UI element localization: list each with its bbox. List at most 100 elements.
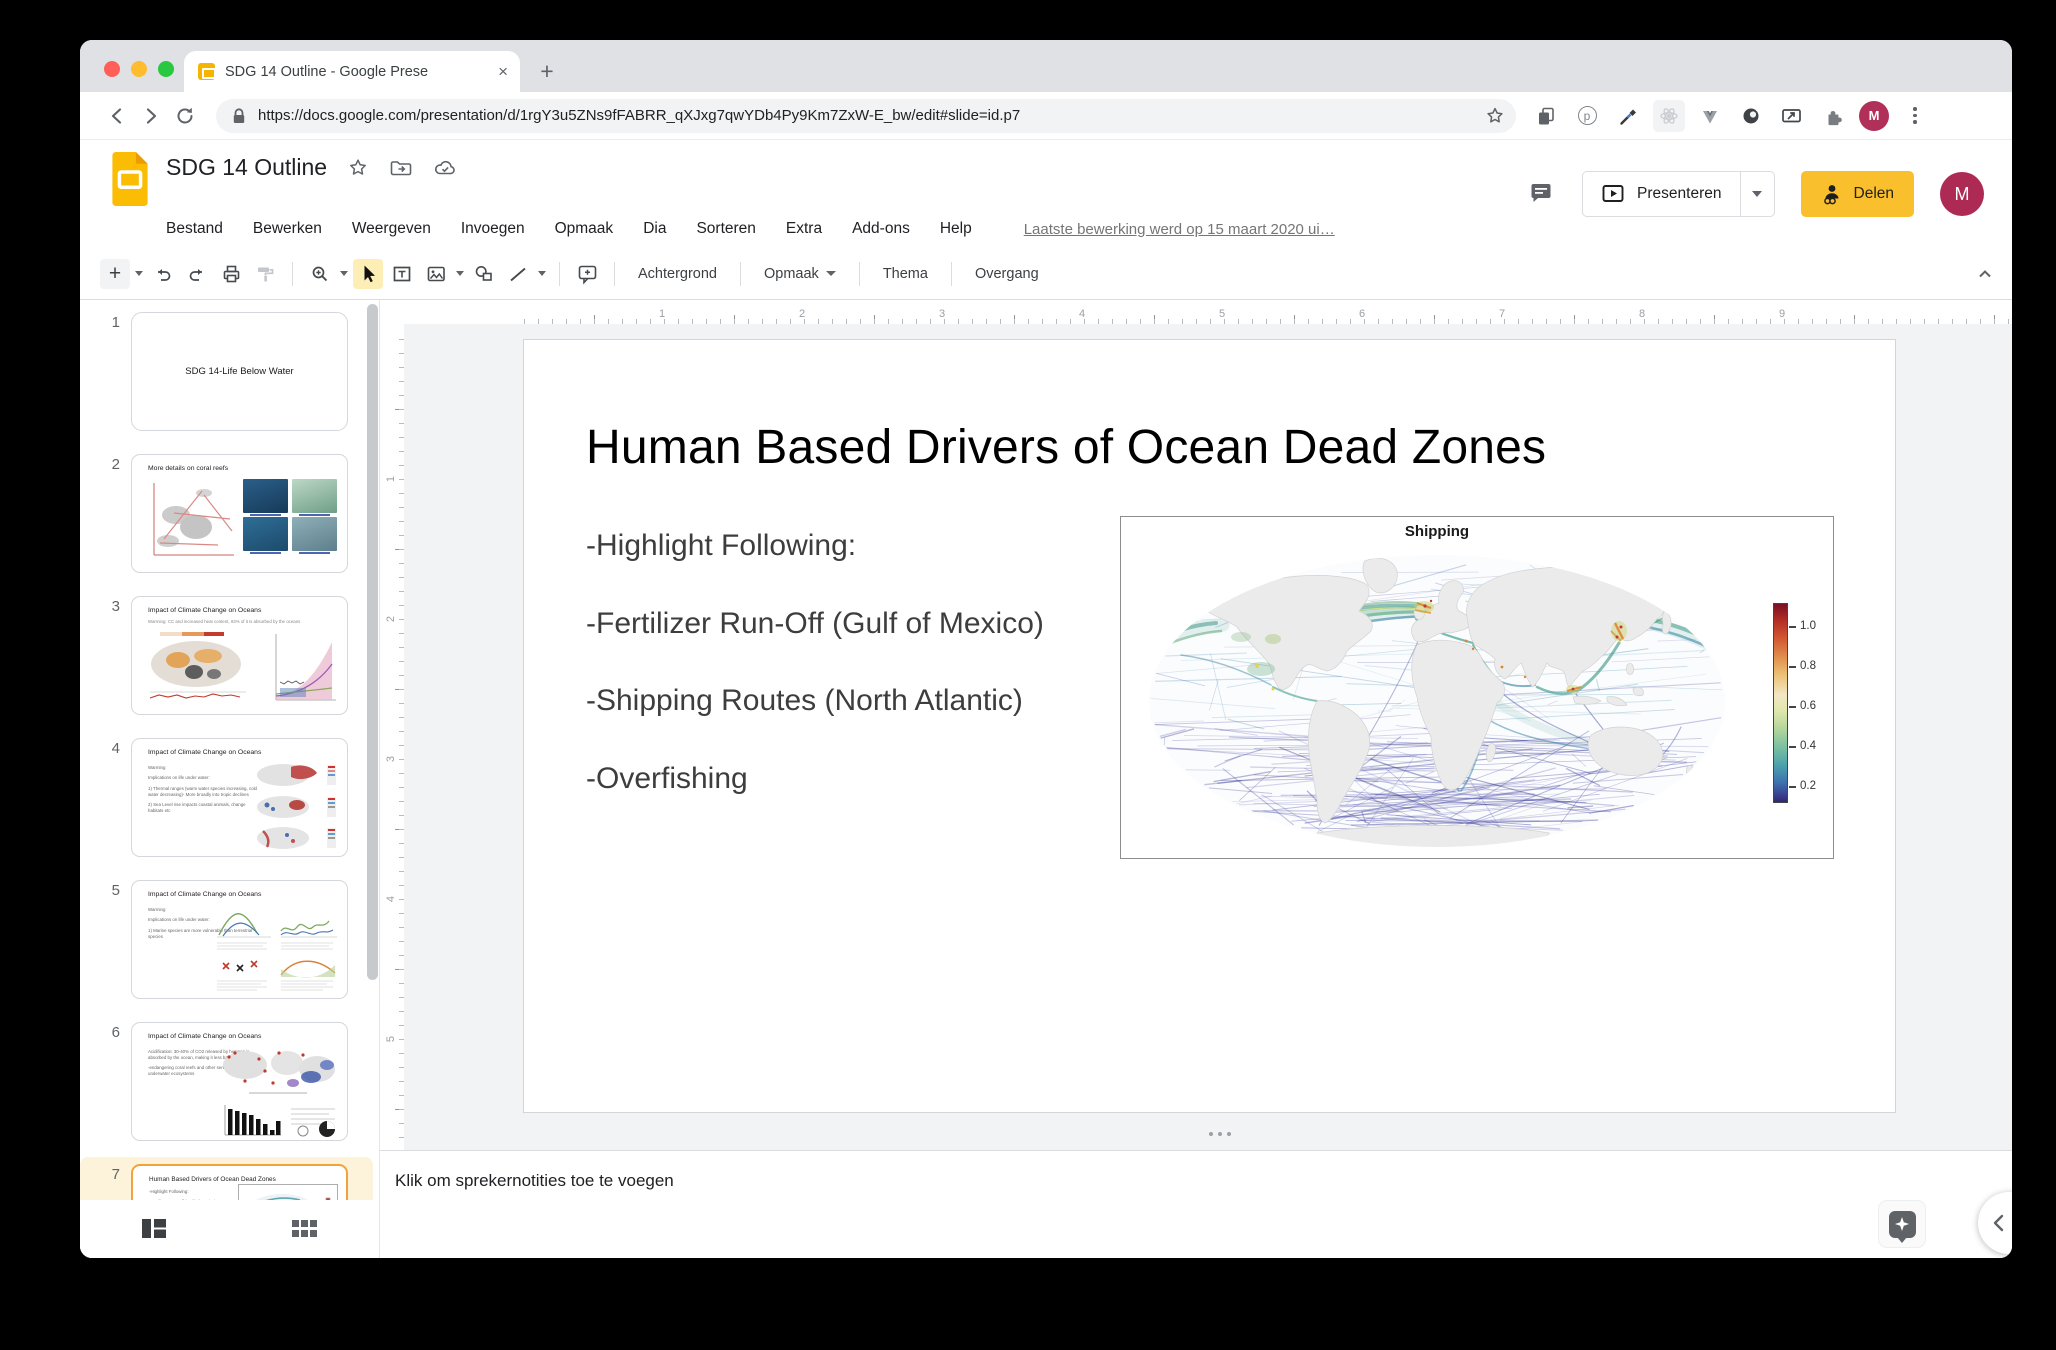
opera-extension-icon[interactable]: [1735, 100, 1767, 132]
star-icon[interactable]: [347, 157, 369, 179]
image-button[interactable]: [421, 259, 451, 289]
add-button[interactable]: +: [100, 259, 130, 289]
browser-tab[interactable]: SDG 14 Outline - Google Prese ×: [184, 51, 520, 92]
layout-button[interactable]: Opmaak: [751, 266, 849, 282]
speaker-notes[interactable]: Klik om sprekernotities toe te voegen: [380, 1150, 2012, 1258]
insert-comment-button[interactable]: [572, 259, 602, 289]
collapse-toolbar-button[interactable]: [1974, 263, 1996, 285]
forward-button[interactable]: [134, 99, 168, 133]
share-button[interactable]: Delen: [1801, 171, 1915, 217]
filmstrip-view-button[interactable]: [140, 1217, 168, 1241]
paint-format-button[interactable]: [250, 259, 280, 289]
present-dropdown-button[interactable]: [1740, 172, 1774, 216]
menu-dia[interactable]: Dia: [643, 220, 666, 238]
present-play-icon: [1601, 182, 1625, 206]
line-caret-icon[interactable]: [535, 271, 549, 276]
screenshare-extension-icon[interactable]: [1776, 100, 1808, 132]
explore-sparkle-icon: [1889, 1211, 1916, 1238]
slide-canvas-area: Human Based Drivers of Ocean Dead Zones …: [404, 324, 2012, 1150]
print-button[interactable]: [216, 259, 246, 289]
last-edit-link[interactable]: Laatste bewerking werd op 15 maart 2020 …: [1024, 221, 1335, 238]
ruler-corner: [380, 300, 404, 324]
menu-help[interactable]: Help: [940, 220, 972, 238]
slide-thumbnail-3[interactable]: 3 Impact of Climate Change on Oceans War…: [80, 596, 379, 715]
vulnerability-charts-mini: [215, 903, 339, 995]
extensions-puzzle-icon[interactable]: [1817, 100, 1849, 132]
tab-close-icon[interactable]: ×: [498, 63, 508, 80]
slide-thumbnail-4[interactable]: 4 Impact of Climate Change on Oceans War…: [80, 738, 379, 857]
present-button[interactable]: Presenteren: [1583, 172, 1739, 216]
share-person-icon: [1821, 182, 1843, 206]
explore-button[interactable]: [1878, 1200, 1926, 1248]
transition-button[interactable]: Overgang: [962, 266, 1052, 282]
menu-bar: Bestand Bewerken Weergeven Invoegen Opma…: [166, 220, 1335, 238]
shipping-figure[interactable]: Shipping: [1120, 516, 1834, 859]
browser-avatar[interactable]: M: [1858, 100, 1890, 132]
menu-invoegen[interactable]: Invoegen: [461, 220, 525, 238]
user-avatar[interactable]: M: [1940, 172, 1984, 216]
zoom-button[interactable]: [305, 259, 335, 289]
vue-extension-icon[interactable]: [1694, 100, 1726, 132]
redo-button[interactable]: [182, 259, 212, 289]
slide-thumbnail-1[interactable]: 1 SDG 14-Life Below Water: [80, 312, 379, 431]
eyedropper-extension-icon[interactable]: [1612, 100, 1644, 132]
slide-bullet-3[interactable]: -Shipping Routes (North Atlantic): [586, 684, 1023, 718]
zoom-caret-icon[interactable]: [337, 271, 351, 276]
menu-extra[interactable]: Extra: [786, 220, 822, 238]
undo-button[interactable]: [148, 259, 178, 289]
menu-sorteren[interactable]: Sorteren: [696, 220, 755, 238]
slide-thumbnail-6[interactable]: 6 Impact of Climate Change on Oceans Aci…: [80, 1022, 379, 1141]
close-window-button[interactable]: [104, 61, 120, 77]
move-folder-icon[interactable]: [389, 157, 413, 179]
image-caret-icon[interactable]: [453, 271, 467, 276]
notes-resize-handle[interactable]: [1209, 1132, 1231, 1136]
react-extension-icon[interactable]: [1653, 100, 1685, 132]
add-caret-icon[interactable]: [132, 271, 146, 276]
shape-button[interactable]: [469, 259, 499, 289]
minimize-window-button[interactable]: [131, 61, 147, 77]
slide-title[interactable]: Human Based Drivers of Ocean Dead Zones: [586, 420, 1546, 475]
filmstrip-scrollbar[interactable]: [367, 304, 378, 980]
menu-opmaak[interactable]: Opmaak: [555, 220, 614, 238]
new-tab-button[interactable]: +: [532, 56, 562, 86]
select-tool-button[interactable]: [353, 259, 383, 289]
browser-menu-icon[interactable]: [1899, 100, 1931, 132]
doc-title[interactable]: SDG 14 Outline: [166, 154, 327, 181]
background-button[interactable]: Achtergrond: [625, 266, 730, 282]
line-tool-button[interactable]: [503, 259, 533, 289]
menu-addons[interactable]: Add-ons: [852, 220, 910, 238]
url-bar[interactable]: https://docs.google.com/presentation/d/1…: [216, 99, 1516, 133]
slide-bullet-1[interactable]: -Highlight Following:: [586, 529, 856, 563]
menu-weergeven[interactable]: Weergeven: [352, 220, 431, 238]
grid-view-button[interactable]: [290, 1217, 318, 1241]
tab-title: SDG 14 Outline - Google Prese: [225, 64, 490, 80]
zoom-window-button[interactable]: [158, 61, 174, 77]
p-extension-icon[interactable]: p: [1571, 100, 1603, 132]
edit-toolbar: +: [80, 248, 2012, 300]
theme-button[interactable]: Thema: [870, 266, 941, 282]
slide-thumbnail-2[interactable]: 2 More details on coral reefs: [80, 454, 379, 573]
speaker-notes-placeholder: Klik om sprekernotities toe te voegen: [395, 1171, 2012, 1191]
browser-toolbar: https://docs.google.com/presentation/d/1…: [80, 92, 2012, 140]
slide-thumbnail-7-selected[interactable]: 7 Human Based Drivers of Ocean Dead Zone…: [80, 1164, 379, 1200]
slide-bullet-2[interactable]: -Fertilizer Run-Off (Gulf of Mexico): [586, 607, 1044, 641]
reload-button[interactable]: [168, 99, 202, 133]
menu-bewerken[interactable]: Bewerken: [253, 220, 322, 238]
slide-bullet-4[interactable]: -Overfishing: [586, 762, 748, 796]
figure-colorbar: 1.0 0.8 0.6 0.4 0.2: [1773, 603, 1831, 803]
menu-bestand[interactable]: Bestand: [166, 220, 223, 238]
cloud-status-icon[interactable]: [433, 157, 459, 179]
slides-logo[interactable]: [110, 152, 150, 206]
present-button-group: Presenteren: [1582, 171, 1774, 217]
horizontal-ruler[interactable]: 1 2 3 4 5 6 7 8 9: [404, 300, 2012, 324]
bookmark-star-icon[interactable]: [1484, 105, 1506, 127]
textbox-button[interactable]: [387, 259, 417, 289]
comments-button[interactable]: [1528, 181, 1556, 208]
heat-map-mini: [144, 630, 256, 710]
slide-editor[interactable]: Human Based Drivers of Ocean Dead Zones …: [523, 339, 1896, 1113]
vertical-ruler[interactable]: 1 2 3 4 5: [380, 324, 404, 1150]
species-maps-mini: [253, 761, 339, 853]
back-button[interactable]: [100, 99, 134, 133]
slide-thumbnail-5[interactable]: 5 Impact of Climate Change on Oceans War…: [80, 880, 379, 999]
tab-copy-extension-icon[interactable]: [1530, 100, 1562, 132]
